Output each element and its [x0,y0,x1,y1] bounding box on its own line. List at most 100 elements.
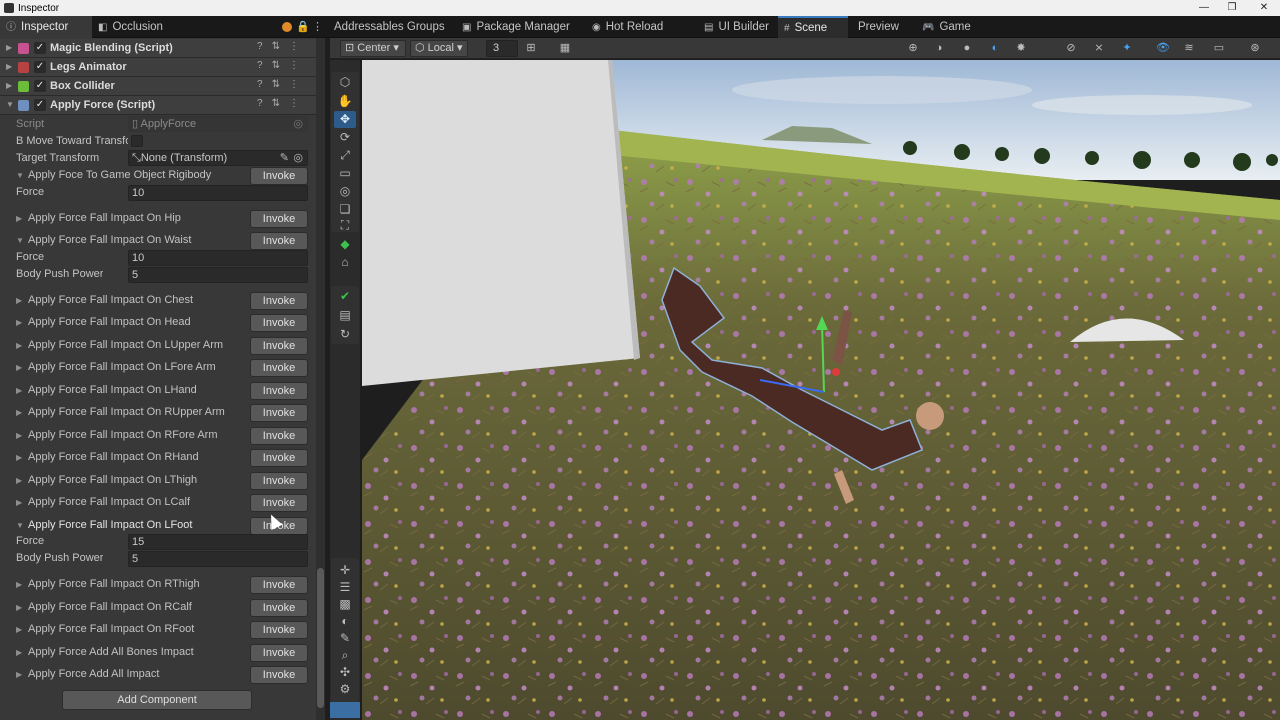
invoke-button[interactable]: Invoke [250,381,308,400]
layers-icon[interactable]: ≋ [1180,40,1198,57]
invoke-button[interactable]: Invoke [250,576,308,594]
unity-event-row[interactable]: ▶ Apply Force Fall Impact On LCalf Invoke [12,493,310,513]
invoke-button[interactable]: Invoke [250,291,308,310]
custom-tool-icon[interactable]: ❏ [334,201,356,218]
lock-icon[interactable]: 🔒 [296,20,310,33]
invoke-button[interactable]: Invoke [250,449,308,467]
chevron-right-icon[interactable]: ▶ [16,580,22,589]
invoke-button[interactable]: Invoke [250,404,308,422]
chevron-down-icon[interactable]: ▼ [16,521,24,530]
pivot-mode-dropdown[interactable]: ⊡ Center ▾ [340,40,406,57]
pivot-gizmo-icon[interactable]: ✛ [334,562,356,579]
expand-arrow-icon[interactable]: ▶ [6,43,12,52]
chevron-right-icon[interactable]: ▶ [16,603,22,612]
unity-event-row[interactable]: ▶ Apply Force Fall Impact On RFoot Invoke [12,620,310,640]
unity-event-row[interactable]: ▶ Apply Force Fall Impact On RThigh Invoke [12,575,310,595]
force-field[interactable]: 10 [128,184,308,201]
invoke-button[interactable]: Invoke [250,336,308,355]
component-header[interactable]: ▶ ✓ Magic Blending (Script) ?⇅⋮ [0,39,316,58]
chevron-right-icon[interactable]: ▶ [16,453,22,462]
unity-event-row[interactable]: ▼ Apply Foce To Game Object Rigibody Invok… [12,166,310,186]
box-collider-tool-icon[interactable]: ◆ [334,236,356,253]
force-field[interactable]: 10 [128,249,308,266]
unity-event-row[interactable]: ▶ Apply Force Fall Impact On RUpper Arm In… [12,403,310,423]
invoke-button[interactable]: Invoke [250,232,308,250]
move-handle-icon[interactable]: ✣ [334,664,356,681]
enabled-checkbox[interactable]: ✓ [34,99,46,111]
grid-snap-icon[interactable]: ⊞ [522,40,540,57]
camera-icon[interactable]: ▭ [1210,40,1228,57]
chevron-right-icon[interactable]: ▶ [16,341,22,350]
enabled-checkbox[interactable]: ✓ [34,80,46,92]
effects-icon[interactable]: ✸ [1012,40,1030,57]
pencil-icon[interactable]: ✎ [280,151,289,165]
unity-event-row[interactable]: ▶ Apply Force Fall Impact On RHand Invoke [12,448,310,468]
chevron-right-icon[interactable]: ▶ [16,408,22,417]
expand-arrow-icon[interactable]: ▶ [6,62,12,71]
draw-mode-icon[interactable]: ● [958,40,976,57]
collider-edit-icon[interactable]: ⛶ [334,217,356,234]
unity-event-row[interactable]: ▶ Apply Force Fall Impact On LHand Invoke [12,381,310,401]
tab-hot-reload[interactable]: ◉ Hot Reload [586,16,696,38]
tab-package-manager[interactable]: ▣ Package Manager [456,16,584,38]
unity-event-row[interactable]: ▼ Apply Force Fall Impact On Waist Invoke [12,231,310,251]
expand-arrow-icon[interactable]: ▶ [6,81,12,90]
grid-tool-icon[interactable]: ▩ [334,596,356,613]
align-icon[interactable]: ☰ [334,579,356,596]
rotate-tool-icon[interactable]: ⟳ [334,129,356,146]
hand-tool-icon[interactable]: ✋ [334,93,356,110]
body-push-power-field[interactable]: 5 [128,266,308,283]
unity-event-row[interactable]: ▶ Apply Force Add All Impact Invoke [12,665,310,685]
tab-inspector[interactable]: ⓘ Inspector [0,16,92,38]
settings-icon[interactable]: ⚙ [334,681,356,698]
add-component-button[interactable]: Add Component [62,690,252,710]
tab-preview[interactable]: Preview [852,16,914,38]
invoke-button[interactable]: Invoke [250,209,308,228]
bone-tool-icon[interactable]: ⌂ [334,254,356,271]
chevron-right-icon[interactable]: ▶ [16,318,22,327]
orientation-gizmo-icon[interactable]: ⊕ [904,40,922,57]
component-header[interactable]: ▼ ✓ Apply Force (Script) ?⇅⋮ [0,96,316,115]
restore-button[interactable]: ❐ [1218,0,1246,16]
inspector-scrollbar[interactable] [316,38,325,720]
grid-size-field[interactable]: 3 [486,40,518,57]
enabled-checkbox[interactable]: ✓ [34,61,46,73]
chevron-right-icon[interactable]: ▶ [16,498,22,507]
invoke-button[interactable]: Invoke [250,621,308,639]
scene-visibility-icon[interactable]: 👁 [1154,40,1172,57]
component-header-icons[interactable]: ?⇅⋮ [257,98,308,109]
invoke-button[interactable]: Invoke [250,494,308,512]
unity-event-row[interactable]: ▶ Apply Force Fall Impact On LUpper Arm In… [12,336,310,356]
unity-event-row[interactable]: ▶ Apply Force Fall Impact On LThigh Invoke [12,471,310,491]
chevron-right-icon[interactable]: ▶ [16,296,22,305]
2d-toggle-icon[interactable]: ⊘ [1062,40,1080,57]
unity-event-row[interactable]: ▶ Apply Force Fall Impact On Head Invoke [12,313,310,333]
gizmos-icon[interactable]: ⊛ [1246,40,1264,57]
unity-event-row[interactable]: ▶ Apply Force Fall Impact On LFore Arm Inv… [12,358,310,378]
component-header[interactable]: ▶ ✓ Box Collider ?⇅⋮ [0,77,316,96]
close-button[interactable]: ✕ [1250,0,1278,16]
invoke-button[interactable]: Invoke [250,359,308,377]
chevron-right-icon[interactable]: ▶ [16,214,22,223]
object-picker-icon[interactable]: ◎ [293,151,303,165]
scrollbar-thumb[interactable] [317,568,324,708]
unity-event-row[interactable]: ▶ Apply Force Add All Bones Impact Invoke [12,643,310,663]
chevron-right-icon[interactable]: ▶ [16,670,22,679]
component-header-icons[interactable]: ?⇅⋮ [257,41,308,52]
move-tool-icon[interactable]: ✥ [334,111,356,128]
chevron-right-icon[interactable]: ▶ [16,431,22,440]
pivot-space-dropdown[interactable]: ⬡ Local ▾ [410,40,468,57]
console-icon[interactable]: ▤ [334,307,356,324]
tab-occlusion[interactable]: ◧ Occlusion [92,16,202,38]
rect-tool-icon[interactable]: ▭ [334,165,356,182]
unity-event-row[interactable]: ▶ Apply Force Fall Impact On RCalf Invoke [12,598,310,618]
tab-addressables-groups[interactable]: Addressables Groups [328,16,454,38]
sphere-icon[interactable]: ◐ [334,613,356,630]
tab-game[interactable]: 🎮 Game [916,16,986,38]
checkmark-icon[interactable]: ✔ [334,288,356,305]
component-header[interactable]: ▶ ✓ Legs Animator ?⇅⋮ [0,58,316,77]
expand-arrow-icon[interactable]: ▼ [6,100,14,109]
invoke-button[interactable]: Invoke [250,314,308,332]
view-tool-icon[interactable]: ⬡ [334,74,356,91]
lighting-mode-icon[interactable]: ◐ [986,40,1004,57]
